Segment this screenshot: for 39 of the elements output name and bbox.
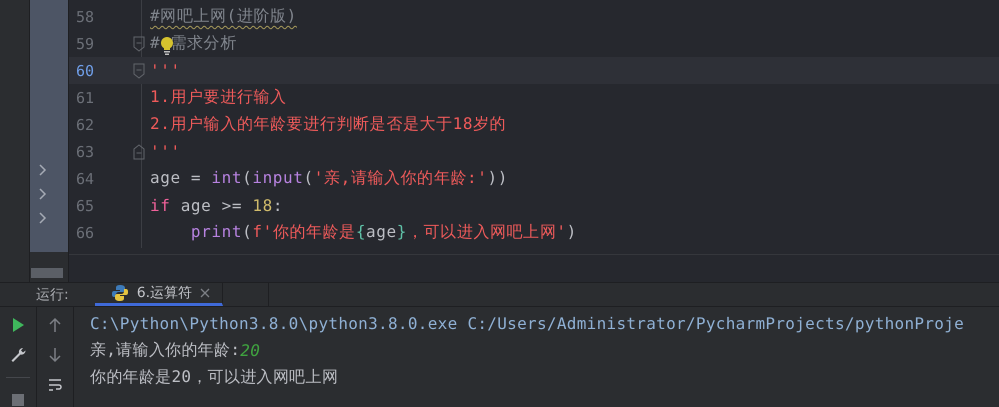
line-number: 64	[74, 170, 94, 188]
code-line: if age >= 18:	[150, 196, 284, 215]
console-output: 你的年龄是20，可以进入网吧上网	[90, 367, 338, 388]
chevron-icon[interactable]	[38, 163, 47, 177]
line-number: 63	[74, 142, 94, 160]
stop-icon[interactable]	[10, 392, 26, 407]
fold-marker-icon[interactable]	[133, 36, 145, 52]
line-number: 62	[74, 116, 94, 134]
line-number: 61	[74, 88, 94, 106]
console-command: C:\Python\Python3.8.0\python3.8.0.exe C:/Users/Administrator/PycharmProjects/pythonProje	[90, 314, 964, 333]
fold-marker-icon[interactable]	[133, 62, 145, 78]
code-line: '''	[150, 61, 181, 80]
wrench-icon[interactable]	[10, 347, 26, 363]
code-line: age = int(input('亲,请输入你的年龄:'))	[150, 168, 508, 189]
lightbulb-icon[interactable]	[160, 36, 174, 56]
python-icon	[110, 284, 129, 302]
line-number: 59	[74, 34, 94, 52]
run-panel-label: 运行:	[35, 286, 70, 304]
up-arrow-icon[interactable]	[47, 317, 63, 333]
chevron-icon[interactable]	[38, 211, 47, 225]
line-number: 65	[74, 196, 94, 214]
line-number: 58	[74, 8, 94, 26]
code-line: # 需求分析	[150, 33, 237, 54]
console-prompt: 亲,请输入你的年龄:	[90, 340, 240, 361]
code-line: print(f'你的年龄是{age}，可以进入网吧上网')	[190, 222, 577, 243]
code-line: 2.用户输入的年龄要进行判断是否是大于18岁的	[150, 114, 506, 135]
fold-end-marker-icon[interactable]	[133, 144, 145, 160]
console-input-text: 20	[240, 341, 260, 360]
chevron-icon[interactable]	[38, 187, 47, 201]
line-number: 60	[74, 62, 94, 80]
scrollbar-thumb[interactable]	[31, 268, 63, 278]
code-line: #网吧上网(进阶版)	[150, 6, 297, 27]
line-number: 66	[74, 224, 94, 242]
down-arrow-icon[interactable]	[47, 347, 63, 363]
code-line: '''	[150, 142, 181, 161]
code-line: 1.用户要进行输入	[150, 87, 287, 108]
close-icon[interactable]	[200, 288, 210, 298]
run-icon[interactable]	[10, 317, 26, 333]
soft-wrap-icon[interactable]	[47, 377, 63, 393]
